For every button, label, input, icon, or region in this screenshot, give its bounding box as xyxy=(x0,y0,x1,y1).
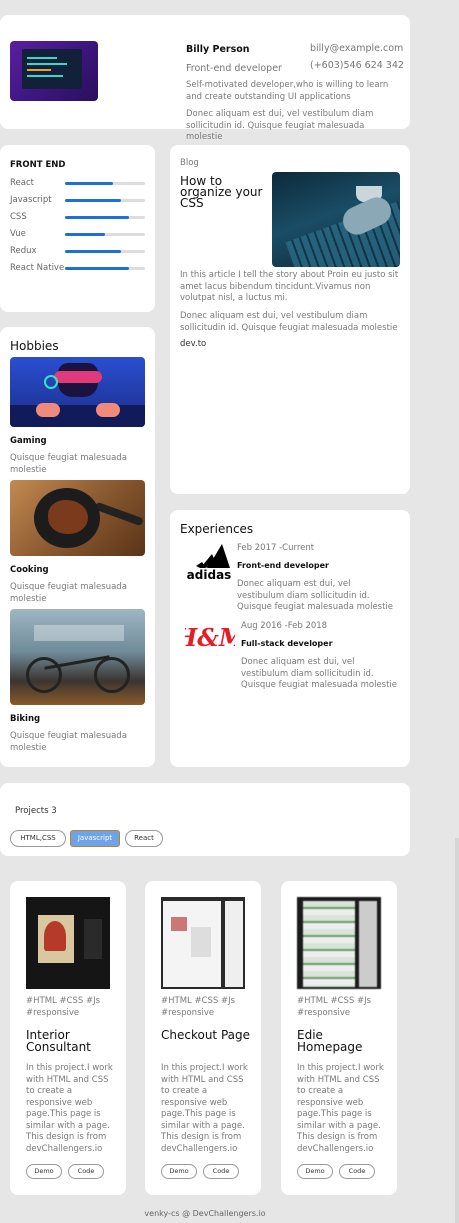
skill-row: Vue xyxy=(10,229,150,243)
experience-desc: Donec aliquam est dui, vel vestibulum di… xyxy=(237,579,394,612)
project-desc: In this project.I work with HTML and CSS… xyxy=(161,1063,248,1154)
hobby-desc: Quisque feugiat malesuada molestie xyxy=(10,731,127,753)
project-screenshot xyxy=(297,897,381,989)
skill-label: React xyxy=(10,178,34,188)
hobby-name: Biking xyxy=(10,714,41,724)
hobbies-card: Hobbies Gaming Quisque feugiat malesuada… xyxy=(0,327,155,767)
projects-filter-card: Projects 3 HTML,CSS Javascript React xyxy=(0,783,410,856)
hobby-name: Cooking xyxy=(10,565,49,575)
skill-bar xyxy=(65,233,145,236)
blog-tag: Blog xyxy=(180,158,199,168)
skill-row: Redux xyxy=(10,246,150,260)
profile-name: Billy Person xyxy=(186,44,250,55)
experience-role: Front-end developer xyxy=(237,561,329,570)
gaming-image xyxy=(10,357,145,427)
hobbies-title: Hobbies xyxy=(10,339,59,353)
profile-role: Front-end developer xyxy=(186,63,282,74)
svg-text:adidas: adidas xyxy=(187,568,232,580)
code-button[interactable]: Code xyxy=(339,1164,375,1179)
filter-html-css-button[interactable]: HTML,CSS xyxy=(10,830,66,847)
demo-button[interactable]: Demo xyxy=(161,1164,197,1179)
profile-phone: (+603)546 624 342 xyxy=(310,60,404,71)
blog-image xyxy=(272,172,400,267)
project-title: Checkout Page xyxy=(161,1028,251,1042)
profile-bio: Self-motivated developer,who is willing … xyxy=(186,80,389,102)
skill-label: React Native xyxy=(10,263,65,273)
experience-role: Full-stack developer xyxy=(241,639,333,648)
experiences-card: Experiences adidas Feb 2017 -Current Fro… xyxy=(170,510,410,767)
experience-date: Feb 2017 -Current xyxy=(237,543,315,553)
skill-row: React Native xyxy=(10,263,150,277)
code-button[interactable]: Code xyxy=(68,1164,104,1179)
skill-row: CSS xyxy=(10,212,150,226)
skill-bar xyxy=(65,250,145,253)
project-title: Edie Homepage xyxy=(297,1028,363,1054)
biking-image xyxy=(10,609,145,705)
skill-row: React xyxy=(10,178,150,192)
filter-react-button[interactable]: React xyxy=(125,830,163,847)
skill-bar xyxy=(65,267,145,270)
project-desc: In this project.I work with HTML and CSS… xyxy=(26,1063,113,1154)
blog-link[interactable]: dev.to xyxy=(180,339,206,349)
experience-date: Aug 2016 -Feb 2018 xyxy=(241,621,328,631)
project-tags: #HTML #CSS #Js #responsive xyxy=(297,996,372,1018)
hobby-desc: Quisque feugiat malesuada molestie xyxy=(10,453,127,475)
skills-card: FRONT END React Javascript CSS Vue Redux… xyxy=(0,145,155,312)
code-button[interactable]: Code xyxy=(203,1164,239,1179)
blog-title: How to organize your CSS xyxy=(180,174,263,210)
skill-label: Javascript xyxy=(10,195,52,205)
blog-card: Blog How to organize your CSS In this ar… xyxy=(170,145,410,494)
filter-javascript-button[interactable]: Javascript xyxy=(70,830,120,847)
page-scrollbar[interactable] xyxy=(455,838,459,1223)
skill-bar xyxy=(65,182,145,185)
experiences-title: Experiences xyxy=(180,522,254,536)
project-desc: In this project.I work with HTML and CSS… xyxy=(297,1063,384,1154)
hobby-name: Gaming xyxy=(10,436,47,446)
skill-bar xyxy=(65,199,145,202)
profile-card: Billy Person billy@example.com Front-end… xyxy=(0,15,410,142)
footer-credit: venky-cs @ DevChallengers.io xyxy=(144,1209,266,1218)
project-screenshot xyxy=(161,897,245,989)
cooking-image xyxy=(10,480,145,556)
skill-label: CSS xyxy=(10,212,27,222)
project-tags: #HTML #CSS #Js #responsive xyxy=(161,996,236,1018)
project-tags: #HTML #CSS #Js #responsive xyxy=(26,996,101,1018)
skill-label: Redux xyxy=(10,246,37,256)
project-card: #HTML #CSS #Js #responsive Edie Homepage… xyxy=(281,881,397,1195)
profile-avatar xyxy=(10,41,98,101)
project-title: Interior Consultant xyxy=(26,1028,91,1054)
experience-desc: Donec aliquam est dui, vel vestibulum di… xyxy=(241,657,398,690)
skill-bar xyxy=(65,216,145,219)
project-screenshot xyxy=(26,897,110,989)
skill-row: Javascript xyxy=(10,195,150,209)
svg-text:H&M: H&M xyxy=(185,623,235,652)
hobby-desc: Quisque feugiat malesuada molestie xyxy=(10,582,127,604)
blog-summary: In this article I tell the story about P… xyxy=(180,270,399,303)
adidas-logo: adidas xyxy=(187,544,232,580)
demo-button[interactable]: Demo xyxy=(26,1164,62,1179)
demo-button[interactable]: Demo xyxy=(297,1164,333,1179)
hm-logo: H&M xyxy=(185,623,235,652)
skill-label: Vue xyxy=(10,229,26,239)
project-card: #HTML #CSS #Js #responsive Interior Cons… xyxy=(10,881,126,1195)
projects-title: Projects 3 xyxy=(15,806,57,816)
profile-bio-secondary: Donec aliquam est dui, vel vestibulum di… xyxy=(186,109,374,142)
skills-title: FRONT END xyxy=(10,160,66,170)
project-card: #HTML #CSS #Js #responsive Checkout Page… xyxy=(145,881,261,1195)
profile-email: billy@example.com xyxy=(310,43,404,54)
blog-text: Donec aliquam est dui, vel vestibulum di… xyxy=(180,311,398,333)
